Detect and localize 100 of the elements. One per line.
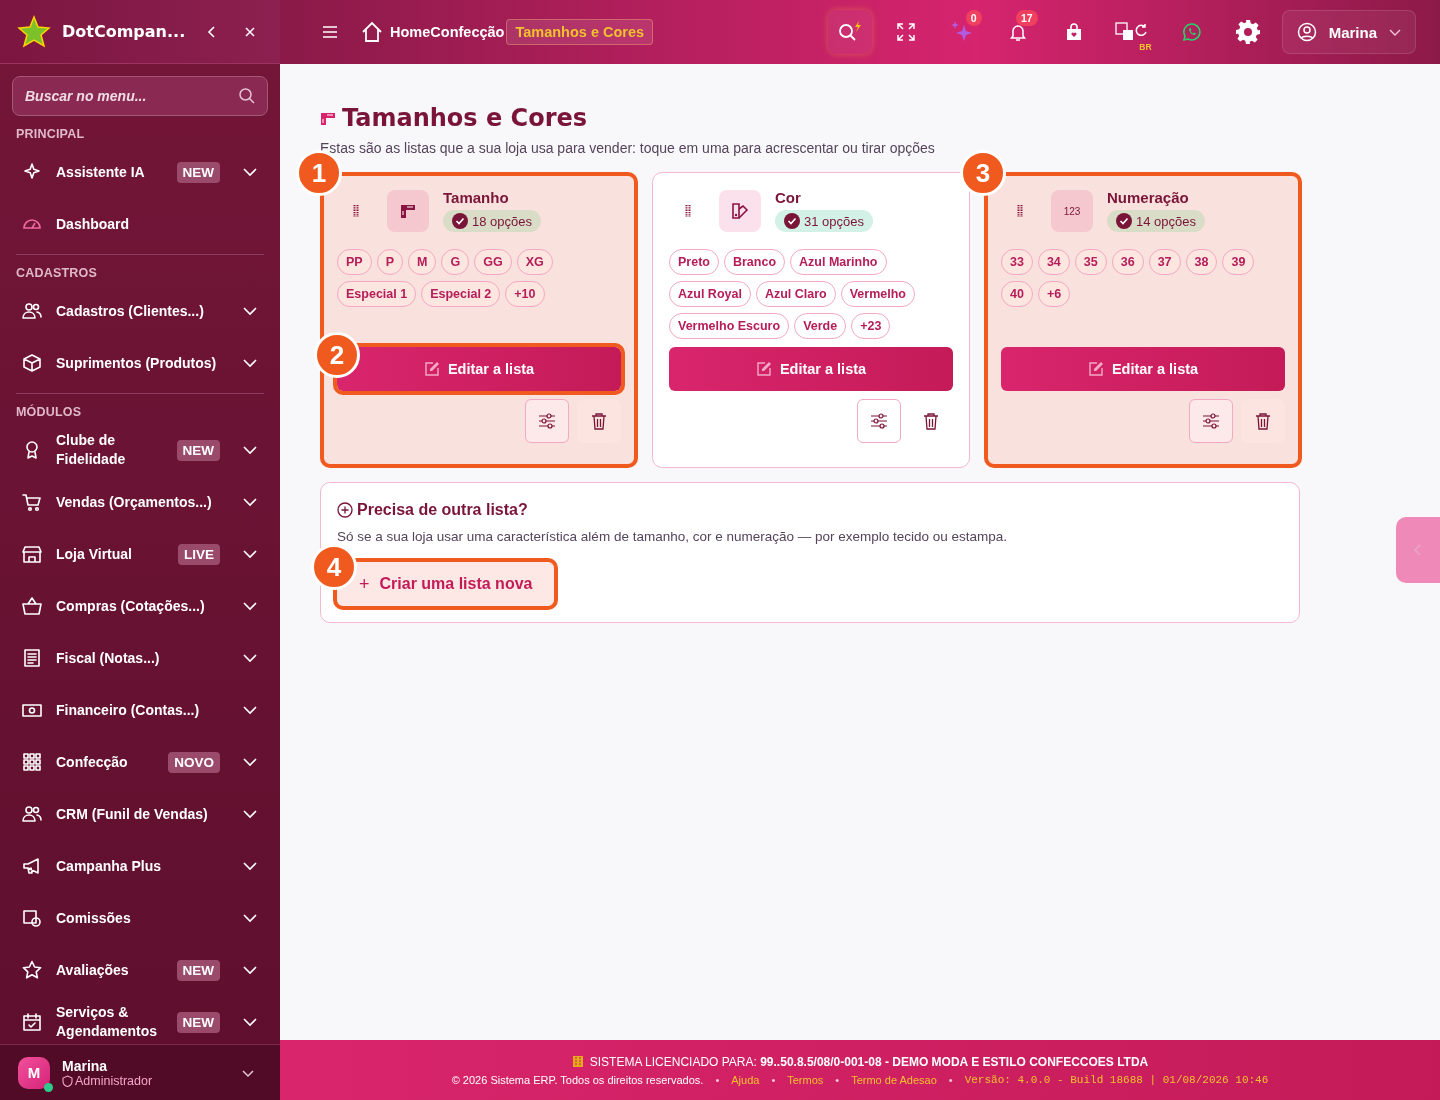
- option-chip: XG: [516, 249, 553, 275]
- breadcrumb-link[interactable]: Confecção: [430, 24, 505, 40]
- megaphone-icon: [22, 856, 42, 876]
- option-chip: +6: [1037, 281, 1071, 307]
- option-count: 18 opções: [443, 210, 541, 232]
- box-icon: [22, 353, 42, 373]
- count-badge: 17: [1015, 10, 1038, 26]
- menu-item[interactable]: Compras (Cotações...): [0, 580, 280, 632]
- separator-dot: •: [948, 1073, 953, 1086]
- edit-list-button[interactable]: Editar a lista: [1001, 347, 1285, 391]
- menu-item[interactable]: Dashboard: [0, 198, 280, 250]
- language-button[interactable]: BR: [1107, 10, 1158, 54]
- user-avatar: M: [18, 1056, 50, 1089]
- ai-button[interactable]: 0: [939, 10, 984, 54]
- menu-badge: NEW: [176, 439, 220, 461]
- option-chip: 38: [1185, 249, 1218, 275]
- chevron-left-icon: [1413, 544, 1423, 556]
- building-icon: [571, 1055, 584, 1068]
- menu-item[interactable]: Campanha Plus: [0, 840, 280, 892]
- list-card[interactable]: Cor 31 opções Preto Branco Azul Marinho Azul Royal Azul Claro Vermelho Vermelho Escuro Verde +23 Editar a lista: [652, 172, 970, 468]
- menu-item[interactable]: Fiscal (Notas...): [0, 632, 280, 684]
- menu-item[interactable]: Clube de Fidelidade NEW: [0, 424, 280, 476]
- list-name: Numeração: [1107, 189, 1190, 206]
- section-heading: CADASTROS: [15, 265, 98, 282]
- star-logo: [16, 13, 52, 50]
- pencil-icon: [1087, 361, 1104, 377]
- basket-icon: [22, 596, 42, 616]
- home-icon: [360, 20, 384, 44]
- list-name: Tamanho: [443, 189, 510, 206]
- option-chip: Branco: [723, 249, 786, 275]
- drag-handle-icon: [1017, 204, 1023, 218]
- gear-icon: [1234, 19, 1261, 45]
- sliders-icon: [1202, 412, 1220, 430]
- option-chip: Especial 1: [337, 281, 417, 307]
- menu-item[interactable]: Comissões: [0, 892, 280, 944]
- option-chip: 33: [1001, 249, 1033, 275]
- option-chip: 35: [1074, 249, 1107, 275]
- delete-button[interactable]: [1241, 399, 1285, 443]
- menu-item[interactable]: Avaliações NEW: [0, 944, 280, 996]
- close-icon: [244, 25, 256, 38]
- users-icon: [22, 804, 42, 824]
- menu-item[interactable]: CRM (Funil de Vendas): [0, 788, 280, 840]
- filter-button[interactable]: [857, 399, 901, 443]
- user-menu-button[interactable]: Marina: [1281, 10, 1416, 54]
- option-chip: Azul Claro: [755, 281, 836, 307]
- search-button[interactable]: [827, 10, 872, 54]
- store-icon: [22, 544, 42, 564]
- breadcrumb-link[interactable]: Home: [390, 24, 431, 40]
- notifications-button[interactable]: 17: [995, 10, 1040, 54]
- check-icon: [1116, 213, 1132, 229]
- list-name: Cor: [775, 189, 802, 206]
- option-chip: Verde: [794, 313, 847, 339]
- ruler-icon: [320, 110, 336, 126]
- pencil-icon: [755, 361, 772, 377]
- edit-list-button[interactable]: Editar a lista: [669, 347, 953, 391]
- count-badge: 0: [965, 10, 982, 26]
- star-icon: [22, 960, 42, 980]
- step-marker: 3: [960, 150, 1006, 196]
- delete-button[interactable]: [577, 399, 621, 443]
- section-heading: PRINCIPAL: [15, 126, 86, 143]
- menu-item[interactable]: Serviços & Agendamentos NEW: [0, 996, 280, 1044]
- option-chip: GG: [474, 249, 512, 275]
- option-chip: Preto: [669, 249, 719, 275]
- option-chip: M: [408, 249, 437, 275]
- option-chip: PP: [337, 249, 372, 275]
- option-count: 31 opções: [775, 210, 873, 232]
- menu-item[interactable]: Cadastros (Clientes...): [0, 285, 280, 337]
- step-marker: 4: [311, 544, 357, 590]
- menu-badge: NEW: [176, 161, 220, 183]
- page-title: Tamanhos e Cores: [342, 104, 588, 132]
- menu-item[interactable]: Vendas (Orçamentos...): [0, 476, 280, 528]
- menu-item[interactable]: Confecção NOVO: [0, 736, 280, 788]
- search-icon: [238, 87, 256, 105]
- menu-item[interactable]: Loja Virtual LIVE: [0, 528, 280, 580]
- option-chip: G: [441, 249, 470, 275]
- add-circle-icon: [337, 502, 353, 518]
- option-chip: 39: [1222, 249, 1255, 275]
- breadcrumb-current: Tamanhos e Cores: [506, 19, 654, 45]
- ruler-icon: [387, 190, 429, 232]
- user-name: Marina: [62, 1057, 109, 1074]
- option-chip: Vermelho Escuro: [669, 313, 790, 339]
- numbers-icon: 123: [1051, 190, 1093, 232]
- bag-icon: [1064, 23, 1083, 41]
- sliders-icon: [538, 412, 556, 430]
- menu-badge: LIVE: [178, 543, 220, 565]
- trash-icon: [591, 412, 607, 430]
- filter-button[interactable]: [1189, 399, 1233, 443]
- filter-button[interactable]: [525, 399, 569, 443]
- search-field[interactable]: Buscar no menu...: [12, 76, 268, 116]
- menu-icon: [321, 24, 339, 40]
- menu-item[interactable]: Assistente IA NEW: [0, 146, 280, 198]
- menu-item[interactable]: Financeiro (Contas...): [0, 684, 280, 736]
- user-icon: [1296, 22, 1317, 42]
- expand-icon: [895, 22, 916, 42]
- menu-item[interactable]: Suprimentos (Produtos): [0, 337, 280, 389]
- document-icon: [22, 648, 42, 668]
- check-icon: [452, 213, 468, 229]
- users-icon: [22, 301, 42, 321]
- option-chip: 34: [1037, 249, 1070, 275]
- copyright-text: © 2026 Sistema ERP. Todos os direitos reservados.: [451, 1073, 704, 1086]
